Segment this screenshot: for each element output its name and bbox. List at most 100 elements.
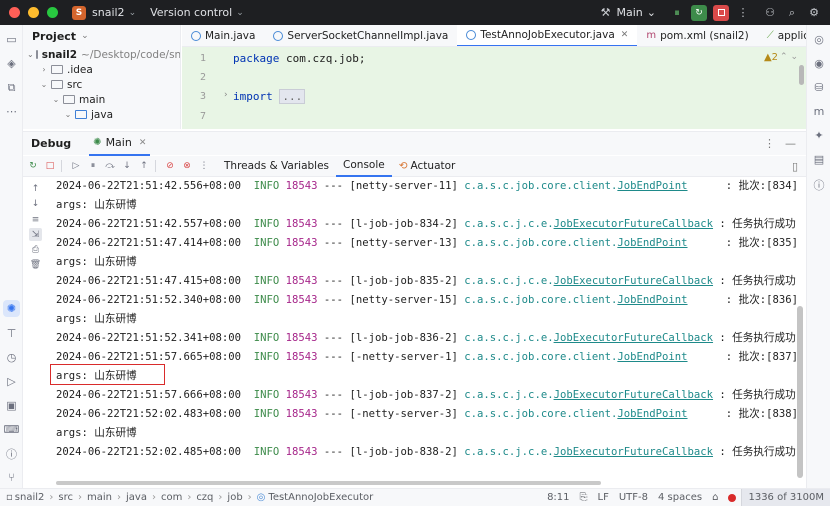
memory-indicator[interactable]: 1336 of 3100M <box>741 488 830 506</box>
add-user-icon[interactable]: ⚇ <box>762 5 778 21</box>
rerun-icon[interactable]: ↻ <box>26 159 40 173</box>
gear-icon[interactable]: ⚙ <box>806 5 822 21</box>
more-horizontal-icon[interactable]: ⋯ <box>3 103 20 120</box>
project-switcher[interactable]: snail2 <box>92 6 125 19</box>
file-encoding[interactable]: UTF-8 <box>619 492 648 503</box>
tree-item-java[interactable]: ⌄ java <box>23 107 180 122</box>
lock-icon[interactable]: ⌂ <box>712 492 718 503</box>
breadcrumb-item[interactable]: java <box>126 492 147 503</box>
code-editor[interactable]: 1 2 3 › 7 package com.czq.job; import ..… <box>182 47 806 129</box>
tree-item-snail2[interactable]: ⌄ snail2 ~/Desktop/code/snai <box>23 47 180 62</box>
close-icon[interactable]: ✕ <box>139 138 147 148</box>
services-icon[interactable]: ◷ <box>3 349 20 366</box>
arrow-down-icon[interactable]: ↓ <box>29 197 42 210</box>
print-icon[interactable]: ⎙ <box>29 243 42 256</box>
more-vertical-icon[interactable]: ⋮ <box>764 137 775 150</box>
tree-item-src[interactable]: ⌄ src <box>23 77 180 92</box>
close-window-button[interactable] <box>9 7 20 18</box>
info-icon[interactable]: ⓘ <box>811 177 827 193</box>
close-icon[interactable]: ✕ <box>621 30 629 40</box>
log-logger-class[interactable]: JobEndPoint <box>617 180 687 192</box>
maven-icon[interactable]: m <box>811 103 827 119</box>
tree-item-main[interactable]: ⌄ main <box>23 92 180 107</box>
debug-session-tab[interactable]: ✺ Main ✕ <box>89 132 151 156</box>
log-logger-class[interactable]: JobExecutorFutureCallback <box>554 389 713 401</box>
search-icon[interactable]: ⌕ <box>784 5 800 21</box>
folded-imports[interactable]: ... <box>279 89 306 104</box>
breadcrumb-item[interactable]: TestAnnoJobExecutor <box>268 492 373 503</box>
debug-icon[interactable]: ✺ <box>3 300 20 317</box>
zoom-window-button[interactable] <box>47 7 58 18</box>
line-separator[interactable]: LF <box>598 492 609 503</box>
hammer-icon[interactable]: ⚒ <box>598 5 614 21</box>
tab-main-java[interactable]: Main.java <box>182 25 264 46</box>
git-icon[interactable]: ⑂ <box>3 469 20 486</box>
step-into-icon[interactable]: ↓ <box>120 159 134 173</box>
run-icon[interactable]: ▷ <box>3 373 20 390</box>
version-control-menu[interactable]: Version control <box>150 6 232 19</box>
minimize-window-button[interactable] <box>28 7 39 18</box>
plugin-icon[interactable]: ✦ <box>811 127 827 143</box>
rerun-button[interactable]: ↻ <box>691 4 707 21</box>
log-logger-class[interactable]: JobExecutorFutureCallback <box>554 218 713 230</box>
step-out-icon[interactable]: ↑ <box>137 159 151 173</box>
log-logger-class[interactable]: JobEndPoint <box>617 237 687 249</box>
scroll-to-end-icon[interactable]: ⇲ <box>29 228 42 241</box>
resume-icon[interactable]: ▷ <box>69 159 83 173</box>
fold-chevron-icon[interactable]: › <box>224 90 228 100</box>
log-logger-class[interactable]: JobExecutorFutureCallback <box>554 275 713 287</box>
indent-setting[interactable]: 4 spaces <box>658 492 702 503</box>
breadcrumb-item[interactable]: job <box>227 492 242 503</box>
breadcrumb-item[interactable]: snail2 <box>15 492 45 503</box>
tab-serversocketchannelimpl[interactable]: ServerSocketChannelImpl.java <box>264 25 457 46</box>
log-logger-class[interactable]: JobEndPoint <box>617 408 687 420</box>
problems-icon[interactable]: ▣ <box>3 397 20 414</box>
log-logger-class[interactable]: JobExecutorFutureCallback <box>554 332 713 344</box>
console-scrollbar[interactable] <box>797 306 803 478</box>
console-horizontal-scrollbar[interactable] <box>56 481 601 485</box>
readonly-icon[interactable]: ⎘ <box>580 492 588 503</box>
tab-application-yml[interactable]: ⟋ application.yml <box>758 25 806 46</box>
log-logger-class[interactable]: JobEndPoint <box>617 294 687 306</box>
breadcrumb-item[interactable]: com <box>161 492 182 503</box>
soft-wrap-icon[interactable]: ≡ <box>29 213 42 226</box>
step-over-icon[interactable]: ⤼ <box>103 159 117 173</box>
notifications-icon[interactable]: ◎ <box>811 31 827 47</box>
folder-icon[interactable]: ▭ <box>3 31 20 48</box>
minimize-icon[interactable]: — <box>785 137 796 150</box>
breakpoints-icon[interactable]: ⊘ <box>163 159 177 173</box>
run-config-selector[interactable]: Main ⌄ <box>617 6 656 19</box>
tab-pom-xml[interactable]: m pom.xml (snail2) <box>637 25 757 46</box>
pause-icon[interactable]: ⏸ <box>669 5 685 21</box>
error-indicator-icon[interactable] <box>728 493 737 502</box>
caret-position[interactable]: 8:11 <box>547 492 569 503</box>
project-badge[interactable]: S <box>72 5 86 20</box>
layout-icon[interactable]: ▯ <box>792 160 798 173</box>
more-vertical-icon[interactable]: ⋮ <box>197 159 211 173</box>
warnings-indicator[interactable]: ▲2 <box>764 52 778 63</box>
console-output[interactable]: 2024-06-22T21:51:42.556+08:00 INFO 18543… <box>48 177 798 484</box>
structure-icon[interactable]: ⧉ <box>3 79 20 96</box>
breadcrumb-item[interactable]: src <box>58 492 73 503</box>
trash-icon[interactable]: 🗑 <box>29 258 42 271</box>
ai-assistant-icon[interactable]: ◉ <box>811 55 827 71</box>
log-logger-class[interactable]: JobExecutorFutureCallback <box>554 446 713 458</box>
build-icon[interactable]: ⊤ <box>3 325 20 342</box>
problems-alert-icon[interactable]: ⓘ <box>3 445 20 462</box>
terminal-icon[interactable]: ⌨ <box>3 421 20 438</box>
arrow-up-icon[interactable]: ↑ <box>29 182 42 195</box>
pause-icon[interactable]: ⏸ <box>86 159 100 173</box>
tab-testannojobexecutor[interactable]: TestAnnoJobExecutor.java ✕ <box>457 25 638 46</box>
database-icon[interactable]: ⛁ <box>811 79 827 95</box>
chevron-down-icon[interactable]: ⌄ <box>236 8 244 18</box>
tab-console[interactable]: Console <box>336 156 392 177</box>
log-logger-class[interactable]: JobEndPoint <box>617 351 687 363</box>
tab-threads-variables[interactable]: Threads & Variables <box>217 156 336 177</box>
stop-button[interactable] <box>713 4 729 21</box>
bookmarks-icon[interactable]: ▤ <box>811 151 827 167</box>
tab-actuator[interactable]: ⟲ Actuator <box>392 156 463 177</box>
tree-item-idea[interactable]: › .idea <box>23 62 180 77</box>
editor-scrollbar[interactable] <box>799 65 804 85</box>
stop-icon[interactable]: □ <box>43 159 57 173</box>
commit-icon[interactable]: ◈ <box>3 55 20 72</box>
